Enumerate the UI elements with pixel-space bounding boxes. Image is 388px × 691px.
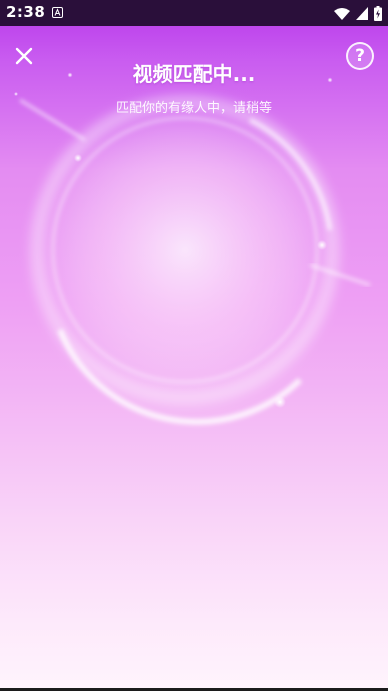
notification-a-icon bbox=[52, 7, 63, 18]
page-subtitle: 匹配你的有缘人中，请稍等 bbox=[115, 101, 272, 116]
status-icons bbox=[334, 5, 382, 21]
status-time: 2:38 bbox=[6, 3, 46, 21]
help-icon: ? bbox=[355, 46, 365, 66]
help-button[interactable]: ? bbox=[346, 42, 374, 70]
wifi-icon bbox=[334, 7, 350, 20]
status-bar: 2:38 bbox=[0, 0, 388, 26]
page-title: 视频匹配中... bbox=[132, 62, 256, 86]
video-matching-screen: 2:38 视频匹配中... 匹配你的有缘人中，请稍等 ? bbox=[0, 0, 388, 691]
signal-icon bbox=[356, 6, 368, 20]
battery-charging-icon bbox=[374, 5, 382, 21]
